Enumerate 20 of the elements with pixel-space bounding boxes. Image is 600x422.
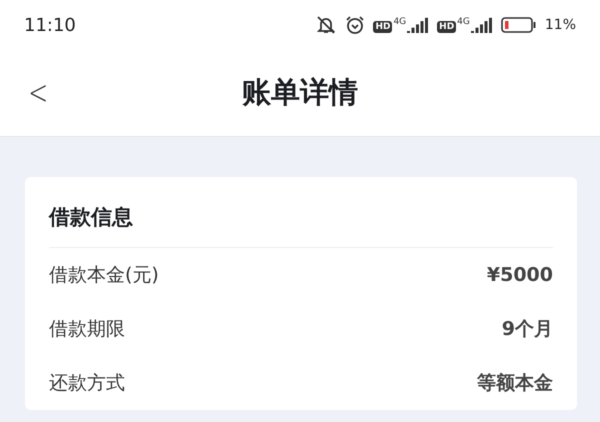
- signal-icon: [470, 17, 493, 33]
- row-value: 等额本金: [477, 371, 553, 396]
- card-title: 借款信息: [49, 177, 553, 248]
- hd-badge: HD: [437, 21, 456, 33]
- alarm-clock-icon: [345, 15, 366, 35]
- clock-time: 11:10: [24, 14, 76, 36]
- hd-badge: HD: [373, 21, 392, 33]
- row-value: ¥5000: [486, 264, 553, 286]
- page-title: 账单详情: [242, 74, 358, 111]
- row-label: 借款期限: [49, 317, 125, 342]
- network-type: 4G: [393, 17, 406, 27]
- signal-icon: [407, 17, 430, 33]
- battery-icon: [500, 17, 537, 33]
- network-type: 4G: [457, 17, 470, 27]
- row-value: 9个月: [502, 317, 553, 342]
- battery-percent: 11%: [544, 17, 576, 33]
- back-button[interactable]: <: [24, 73, 52, 113]
- row-label: 借款本金(元): [49, 263, 159, 288]
- row-label: 还款方式: [49, 371, 125, 396]
- mute-bell-icon: [315, 15, 338, 35]
